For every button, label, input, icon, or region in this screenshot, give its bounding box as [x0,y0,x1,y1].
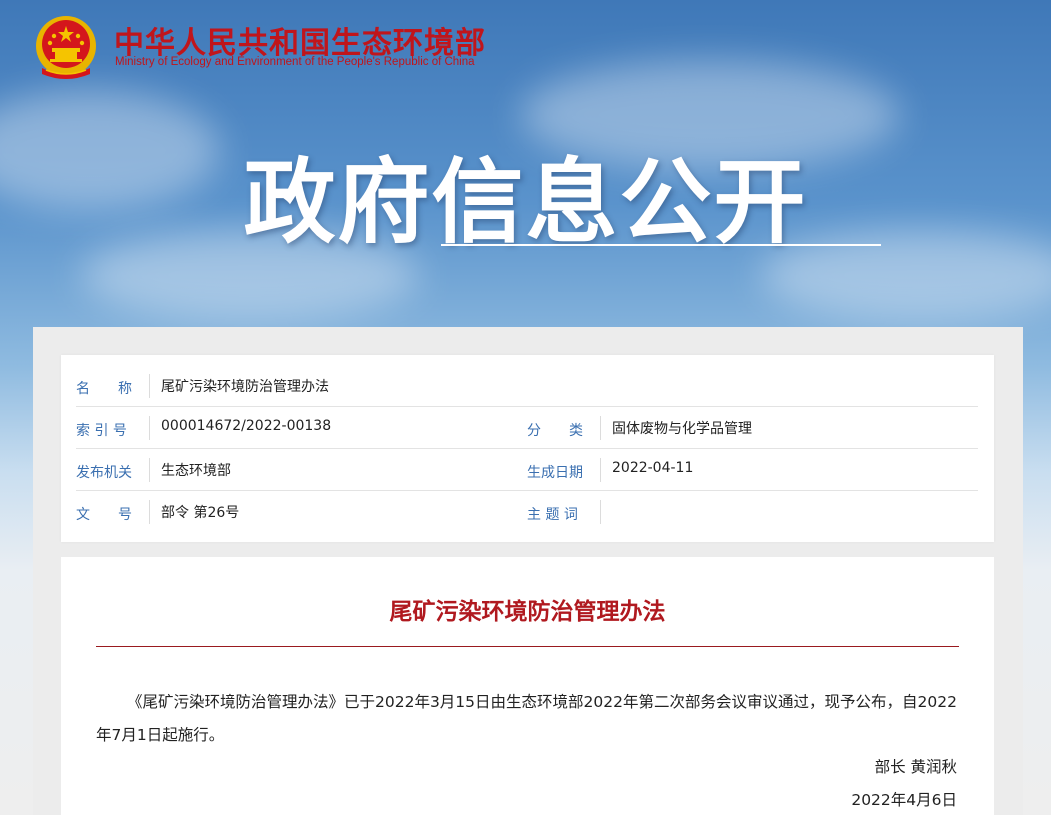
divider [600,458,601,482]
article-title-rule [96,646,959,647]
docno-value: 部令 第26号 [161,505,240,521]
date-value: 2022-04-11 [612,460,694,476]
divider [600,416,601,440]
divider [149,500,150,524]
keywords-label: 主 题 词 [527,507,578,523]
divider [149,374,150,398]
divider [600,500,601,524]
meta-row-issuer: 发布机关 生态环境部 生成日期 2022-04-11 [76,448,978,491]
banner-title: 政府信息公开 [243,149,808,256]
metadata-table: 名 称 尾矿污染环境防治管理办法 索 引 号 000014672/2022-00… [61,355,994,542]
index-value: 000014672/2022-00138 [161,418,332,434]
sign-date: 2022年4月6日 [851,791,957,809]
divider [149,458,150,482]
date-label: 生成日期 [527,465,583,481]
docno-label: 文 号 [76,507,132,523]
divider [149,416,150,440]
article-body: 尾矿污染环境防治管理办法 《尾矿污染环境防治管理办法》已于2022年3月15日由… [61,557,994,815]
category-label: 分 类 [527,423,583,439]
issuer-value: 生态环境部 [161,463,231,479]
meta-row-index: 索 引 号 000014672/2022-00138 分 类 固体废物与化学品管… [76,406,978,449]
issuer-label: 发布机关 [76,465,132,481]
ministry-name-en[interactable]: Ministry of Ecology and Environment of t… [115,56,475,68]
page-header: 中华人民共和国生态环境部 Ministry of Ecology and Env… [0,0,1051,330]
banner-underline [441,244,881,246]
category-value: 固体废物与化学品管理 [612,421,752,437]
name-value: 尾矿污染环境防治管理办法 [161,379,329,395]
index-label: 索 引 号 [76,423,127,439]
signature: 部长 黄润秋 [874,758,957,776]
national-emblem-icon[interactable] [32,14,100,82]
meta-row-name: 名 称 尾矿污染环境防治管理办法 [76,364,978,407]
meta-row-docno: 文 号 部令 第26号 主 题 词 [76,490,978,532]
article-paragraph: 《尾矿污染环境防治管理办法》已于2022年3月15日由生态环境部2022年第二次… [96,693,957,744]
name-label: 名 称 [76,381,132,397]
article-title: 尾矿污染环境防治管理办法 [389,599,666,625]
